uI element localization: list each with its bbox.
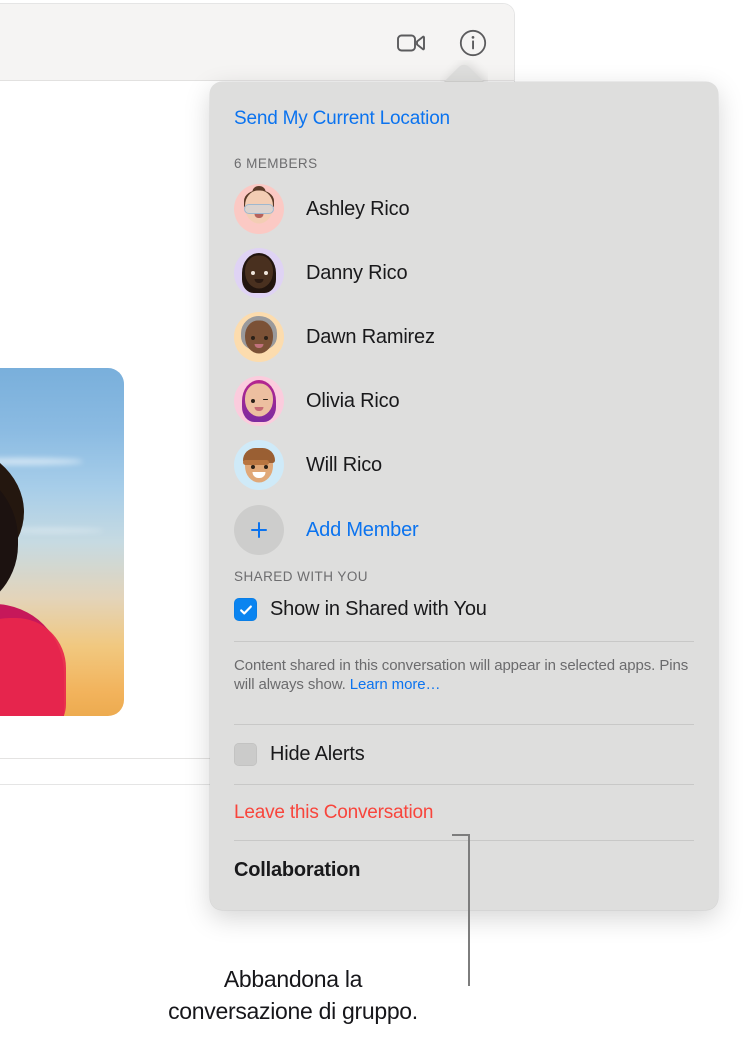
avatar (234, 440, 284, 490)
facetime-video-icon[interactable] (394, 26, 428, 60)
show-in-shared-label: Show in Shared with You (270, 598, 487, 621)
window-toolbar (0, 4, 514, 81)
caption-line-1: Abbandona la (0, 963, 586, 995)
checkbox-unchecked-icon[interactable] (234, 743, 257, 766)
add-member-label: Add Member (306, 519, 419, 542)
avatar (234, 312, 284, 362)
member-name: Danny Rico (306, 262, 407, 285)
note-text: Content shared in this conversation will… (234, 657, 688, 693)
hide-alerts-label: Hide Alerts (270, 743, 365, 766)
divider (234, 724, 694, 725)
shared-with-you-note: Content shared in this conversation will… (234, 656, 694, 694)
screenshot-root: Send My Current Location 6 MEMBERS Ashle… (0, 0, 745, 1043)
send-current-location-button[interactable]: Send My Current Location (234, 82, 694, 130)
avatar (234, 248, 284, 298)
leave-conversation-button[interactable]: Leave this Conversation (234, 785, 694, 840)
divider (234, 641, 694, 642)
shared-with-you-header: SHARED WITH YOU (234, 569, 694, 584)
info-circle-icon[interactable] (456, 26, 490, 60)
members-section-header: 6 MEMBERS (234, 156, 694, 171)
member-row-will[interactable]: Will Rico (234, 433, 694, 497)
add-member-button[interactable]: Add Member (234, 499, 694, 561)
conversation-photo (0, 368, 124, 716)
member-name: Olivia Rico (306, 390, 399, 413)
show-in-shared-with-you-row[interactable]: Show in Shared with You (234, 598, 694, 621)
member-row-olivia[interactable]: Olivia Rico (234, 369, 694, 433)
member-row-ashley[interactable]: Ashley Rico (234, 177, 694, 241)
member-name: Ashley Rico (306, 198, 409, 221)
member-row-dawn[interactable]: Dawn Ramirez (234, 305, 694, 369)
checkbox-checked-icon[interactable] (234, 598, 257, 621)
toolbar-actions (394, 26, 490, 60)
conversation-details-popover: Send My Current Location 6 MEMBERS Ashle… (210, 82, 718, 910)
learn-more-link[interactable]: Learn more… (350, 676, 441, 693)
member-name: Dawn Ramirez (306, 326, 435, 349)
hide-alerts-row[interactable]: Hide Alerts (234, 743, 694, 766)
member-list: Ashley Rico Danny Rico (234, 177, 694, 497)
member-row-danny[interactable]: Danny Rico (234, 241, 694, 305)
avatar (234, 376, 284, 426)
plus-icon (234, 505, 284, 555)
collaboration-header: Collaboration (234, 841, 694, 882)
avatar (234, 184, 284, 234)
caption-line-2: conversazione di gruppo. (0, 995, 586, 1027)
callout-caption: Abbandona la conversazione di gruppo. (0, 963, 586, 1027)
member-name: Will Rico (306, 454, 382, 477)
